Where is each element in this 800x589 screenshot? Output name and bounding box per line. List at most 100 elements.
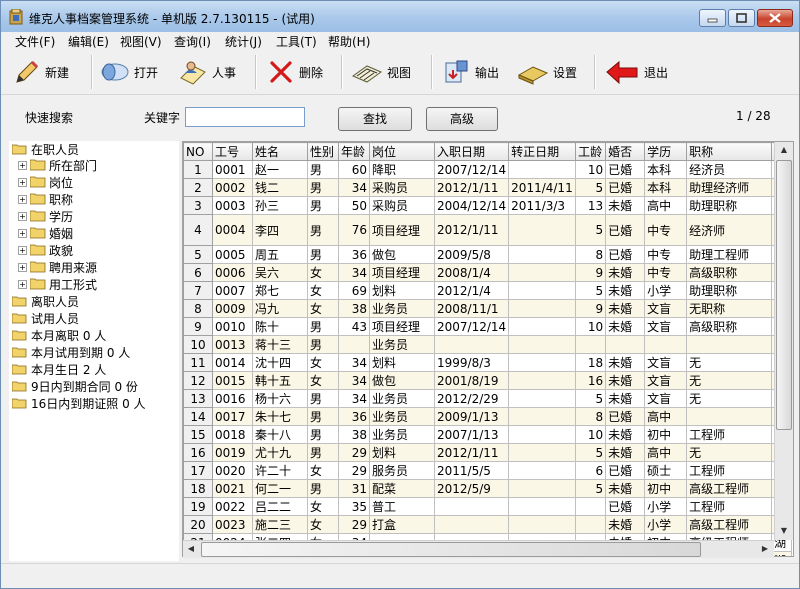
exit-button[interactable]: 退出 bbox=[604, 54, 668, 90]
tree-item-birthdays[interactable]: 本月生日 2 人 bbox=[12, 361, 106, 377]
row-number: 9 bbox=[183, 317, 213, 336]
table-row[interactable]: 80009冯九女38业务员2008/11/19未婚文盲无职称广 bbox=[183, 299, 793, 318]
row-number: 8 bbox=[183, 299, 213, 318]
expand-toggle[interactable]: + bbox=[18, 279, 27, 289]
expand-toggle[interactable]: + bbox=[18, 262, 27, 272]
advanced-button[interactable]: 高级 bbox=[426, 107, 498, 131]
column-header[interactable]: 转正日期 bbox=[508, 142, 577, 161]
menu-view[interactable]: 视图(V) bbox=[120, 33, 162, 50]
tree-item-active-staff[interactable]: 在职人员 bbox=[12, 141, 80, 157]
tree-item-marriage[interactable]: + 婚姻 bbox=[18, 225, 73, 241]
table-row[interactable]: 40004李四男76项目经理2012/1/115已婚中专经济师浙 bbox=[183, 214, 793, 246]
title-bar[interactable]: 维克人事档案管理系统 - 单机版 2.7.130115 - (试用) bbox=[1, 1, 799, 32]
scroll-right-icon[interactable]: ▶ bbox=[757, 541, 773, 557]
expand-toggle[interactable]: + bbox=[18, 160, 27, 170]
table-row[interactable]: 10 0013 蒋十三男 业务员 bbox=[183, 335, 793, 354]
tree-item-position[interactable]: + 岗位 bbox=[18, 174, 73, 190]
table-cell: 小学 bbox=[644, 497, 688, 516]
table-cell: 10 bbox=[575, 317, 607, 336]
table-row[interactable]: 190022吕二二女35普工已婚小学工程师湖 bbox=[183, 497, 793, 516]
column-header[interactable]: 年龄 bbox=[338, 142, 370, 161]
tree-item-contracts-due[interactable]: 9日内到期合同 0 份 bbox=[12, 378, 138, 394]
close-button[interactable] bbox=[757, 9, 793, 27]
table-row[interactable]: 90010陈十男43项目经理2007/12/1410未婚文盲高级职称云 bbox=[183, 317, 793, 336]
table-row[interactable]: 130016杨十六男34业务员2012/2/295未婚文盲无湖 bbox=[183, 389, 793, 408]
expand-toggle[interactable]: + bbox=[18, 211, 27, 221]
scroll-up-icon[interactable]: ▲ bbox=[776, 142, 792, 158]
table-row[interactable]: 70007郑七女69划料2012/1/45未婚小学助理职称山 bbox=[183, 281, 793, 300]
column-header[interactable]: 性别 bbox=[307, 142, 339, 161]
menu-file[interactable]: 文件(F) bbox=[15, 33, 55, 50]
column-header[interactable]: NO bbox=[183, 142, 213, 161]
tree-item-title[interactable]: + 职称 bbox=[18, 191, 73, 207]
open-button[interactable]: 打开 bbox=[100, 54, 158, 90]
table-cell: 34 bbox=[338, 263, 370, 282]
expand-toggle[interactable]: + bbox=[18, 177, 27, 187]
tree-item-political[interactable]: + 政貌 bbox=[18, 242, 73, 258]
table-row[interactable]: 120015韩十五女34做包2001/8/1916未婚文盲无湖 bbox=[183, 371, 793, 390]
vertical-scroll-thumb[interactable] bbox=[776, 160, 792, 430]
column-header[interactable]: 姓名 bbox=[252, 142, 308, 161]
table-row[interactable]: 200023施二三女29打盒未婚小学高级工程师湖 bbox=[183, 515, 793, 534]
table-cell: 34 bbox=[338, 178, 370, 197]
table-row[interactable]: 50005周五男36做包2009/5/88已婚中专助理工程师贵 bbox=[183, 245, 793, 264]
tree-item-education[interactable]: + 学历 bbox=[18, 208, 73, 224]
find-button[interactable]: 查找 bbox=[338, 107, 412, 131]
column-header[interactable]: 工号 bbox=[212, 142, 253, 161]
table-row[interactable]: 2 0002 钱二男 34 采购员 2012/1/11 2011/4/11 5 已婚 本科 助理经济… bbox=[183, 178, 793, 197]
tree-item-department[interactable]: + 所在部门 bbox=[18, 157, 97, 173]
column-header[interactable]: 工龄 bbox=[575, 142, 607, 161]
expand-toggle[interactable]: + bbox=[18, 228, 27, 238]
column-header[interactable]: 婚否 bbox=[605, 142, 646, 161]
expand-toggle[interactable]: + bbox=[18, 245, 27, 255]
table-cell: 0018 bbox=[212, 425, 253, 444]
expand-toggle[interactable]: + bbox=[18, 194, 27, 204]
delete-button[interactable]: 删除 bbox=[267, 54, 323, 90]
maximize-button[interactable] bbox=[728, 9, 755, 27]
scroll-down-icon[interactable]: ▼ bbox=[776, 523, 792, 539]
table-cell: 男 bbox=[307, 389, 339, 408]
tree-item-licenses-due[interactable]: 16日内到期证照 0 人 bbox=[12, 395, 146, 411]
table-cell: 36 bbox=[338, 245, 370, 264]
view-button[interactable]: 视图 bbox=[351, 54, 411, 90]
hr-button[interactable]: 人事 bbox=[178, 54, 236, 90]
tree-item-employment-type[interactable]: + 用工形式 bbox=[18, 276, 97, 292]
new-button[interactable]: 新建 bbox=[13, 54, 69, 90]
table-cell: 60 bbox=[338, 160, 370, 179]
table-row[interactable]: 180021何二一男31配菜2012/5/95未婚初中高级工程师湖 bbox=[183, 479, 793, 498]
vertical-scrollbar[interactable]: ▲ ▼ bbox=[774, 142, 793, 540]
minimize-button[interactable] bbox=[699, 9, 726, 27]
table-row[interactable]: 10001赵一男60降职2007/12/1410已婚本科经济员河 bbox=[183, 160, 793, 179]
table-cell: 无 bbox=[686, 443, 773, 462]
table-cell: 0004 bbox=[212, 214, 253, 246]
table-cell bbox=[508, 263, 577, 282]
column-header[interactable]: 学历 bbox=[644, 142, 688, 161]
menu-stats[interactable]: 统计(J) bbox=[225, 33, 262, 50]
tree-item-probation-due[interactable]: 本月试用到期 0 人 bbox=[12, 344, 130, 360]
tree-item-probation[interactable]: 试用人员 bbox=[12, 310, 79, 326]
scroll-left-icon[interactable]: ◀ bbox=[183, 541, 199, 557]
settings-button[interactable]: 设置 bbox=[517, 54, 577, 90]
column-header[interactable]: 岗位 bbox=[369, 142, 435, 161]
export-button[interactable]: 输出 bbox=[443, 54, 499, 90]
table-row[interactable]: 160019尤十九男29划料2012/1/115未婚高中无福 bbox=[183, 443, 793, 462]
tree-item-resigned[interactable]: 离职人员 bbox=[12, 293, 79, 309]
menu-edit[interactable]: 编辑(E) bbox=[68, 33, 109, 50]
table-row[interactable]: 150018秦十八男38业务员2007/1/1310未婚初中工程师安 bbox=[183, 425, 793, 444]
menu-query[interactable]: 查询(I) bbox=[174, 33, 211, 50]
horizontal-scrollbar[interactable]: ◀ ▶ bbox=[183, 540, 774, 558]
table-row[interactable]: 60006吴六女34项目经理2008/1/49未婚中专高级职称广 bbox=[183, 263, 793, 282]
menu-tools[interactable]: 工具(T) bbox=[276, 33, 317, 50]
column-header[interactable]: 职称 bbox=[686, 142, 773, 161]
table-row[interactable]: 170020许二十女29服务员2011/5/56已婚硕士工程师湖 bbox=[183, 461, 793, 480]
table-row[interactable]: 3 0003 孙三男 50 采购员 2004/12/14 2011/3/3 13 未婚 高中 助理职… bbox=[183, 196, 793, 215]
tree-item-hire-source[interactable]: + 聘用来源 bbox=[18, 259, 97, 275]
keyword-input[interactable] bbox=[185, 107, 305, 127]
column-header[interactable]: 入职日期 bbox=[433, 142, 510, 161]
table-row[interactable]: 110014沈十四女34划料1999/8/318未婚文盲无湖 bbox=[183, 353, 793, 372]
table-row[interactable]: 140017朱十七男36业务员2009/1/138已婚高中湖 bbox=[183, 407, 793, 426]
tree-item-month-resigned[interactable]: 本月离职 0 人 bbox=[12, 327, 106, 343]
horizontal-scroll-thumb[interactable] bbox=[201, 542, 701, 557]
menu-help[interactable]: 帮助(H) bbox=[328, 33, 370, 50]
table-cell: 已婚 bbox=[605, 214, 646, 246]
